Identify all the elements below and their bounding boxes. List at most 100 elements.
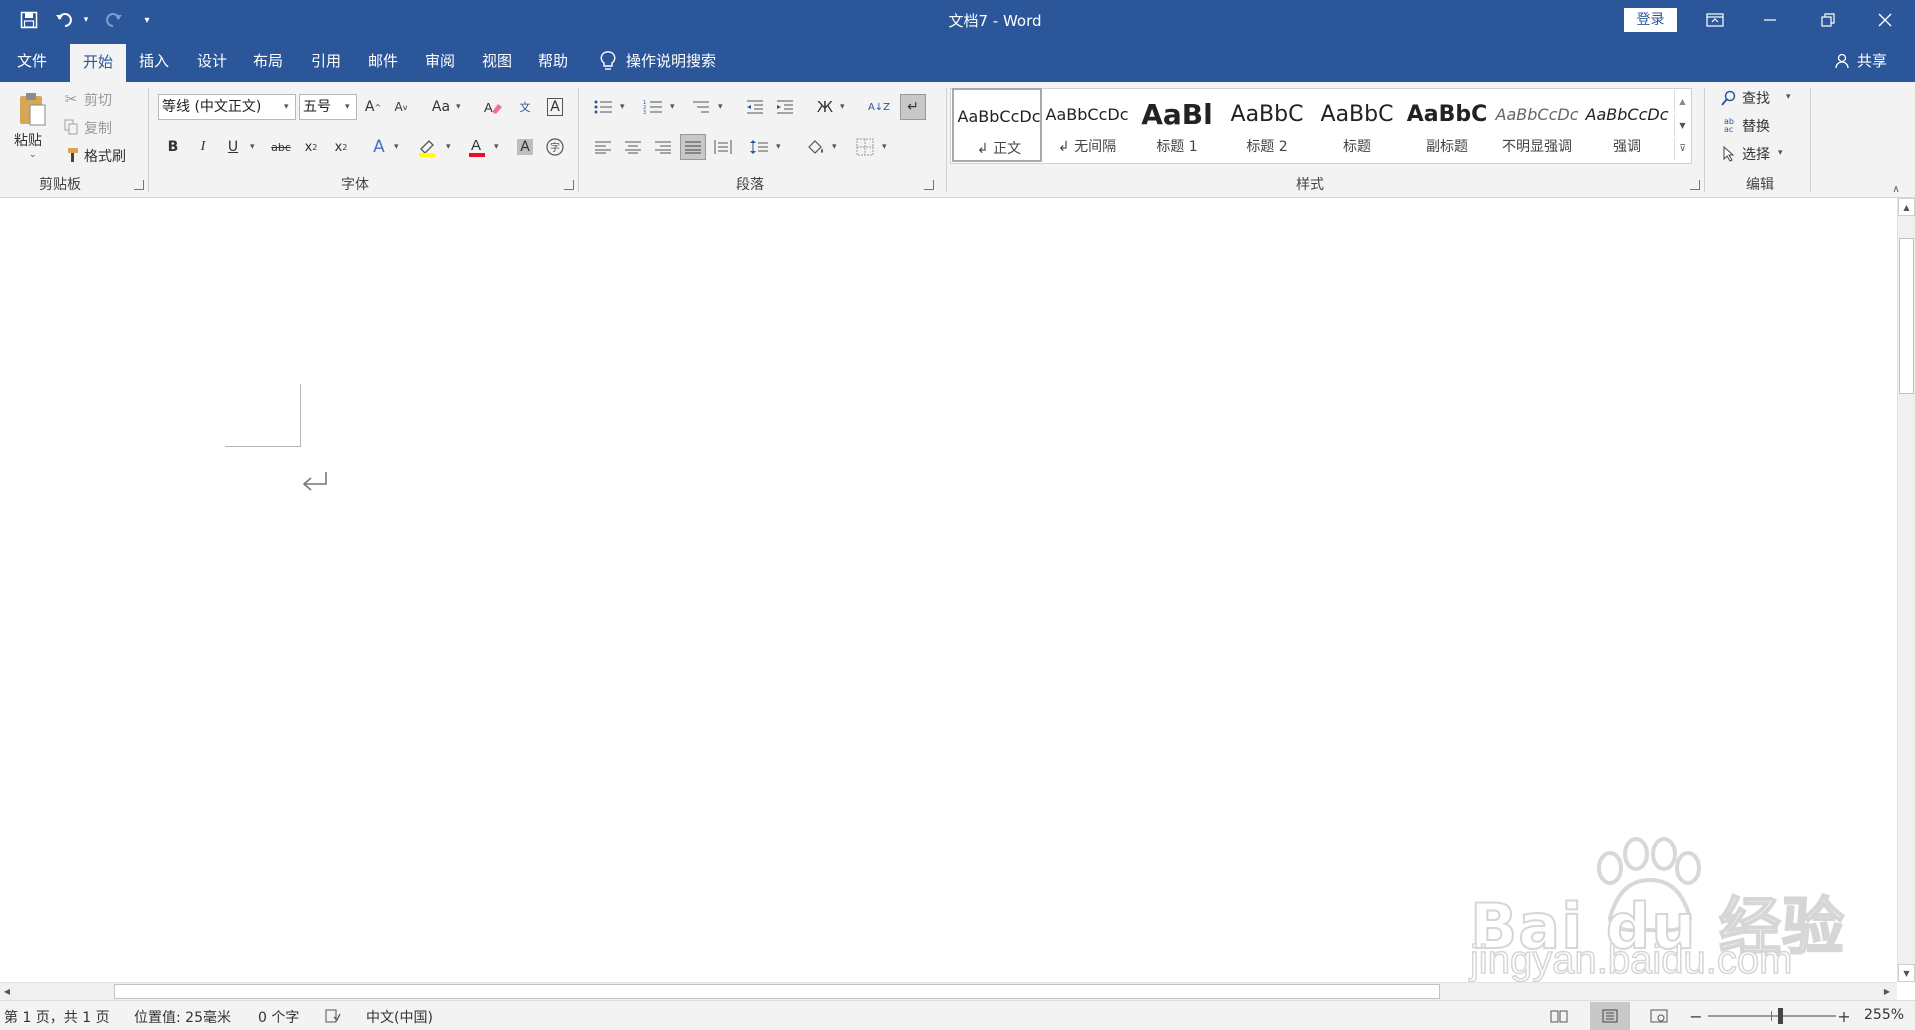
show-formatting-marks-icon[interactable]: ↵ xyxy=(900,94,926,120)
shading-icon[interactable] xyxy=(802,134,828,160)
scroll-up-icon[interactable]: ▲ xyxy=(1898,198,1915,216)
copy-button[interactable]: 复制 xyxy=(84,118,112,138)
phonetic-guide-icon[interactable]: 文 xyxy=(512,94,538,120)
select-button[interactable]: 选择 xyxy=(1742,144,1770,164)
style-no-spacing[interactable]: AaBbCcDc ↲ 无间隔 xyxy=(1042,88,1132,162)
character-shading-icon[interactable]: A xyxy=(512,134,538,160)
restore-icon[interactable] xyxy=(1813,8,1843,32)
styles-dialog-launcher[interactable] xyxy=(1690,180,1700,190)
superscript-icon[interactable]: x2 xyxy=(328,134,354,160)
tell-me-search[interactable]: 操作说明搜索 xyxy=(626,40,736,82)
select-dropdown-icon[interactable]: ▾ xyxy=(1778,148,1783,158)
tab-home[interactable]: 开始 xyxy=(70,44,126,82)
zoom-level[interactable]: 255% xyxy=(1864,1007,1904,1023)
font-color-icon[interactable]: A xyxy=(464,134,490,160)
style-heading-2[interactable]: AaBbC 标题 2 xyxy=(1222,88,1312,162)
change-case-dropdown-icon[interactable]: ▾ xyxy=(456,102,461,112)
align-right-icon[interactable] xyxy=(650,134,676,160)
format-painter-button[interactable]: 格式刷 xyxy=(84,146,126,166)
tab-mailings[interactable]: 邮件 xyxy=(359,40,407,82)
zoom-slider-thumb[interactable] xyxy=(1778,1008,1784,1024)
zoom-out-icon[interactable]: − xyxy=(1688,1005,1704,1027)
clear-formatting-icon[interactable]: A xyxy=(480,94,506,120)
align-left-icon[interactable] xyxy=(590,134,616,160)
shrink-font-icon[interactable]: Av xyxy=(388,94,414,120)
read-mode-icon[interactable] xyxy=(1546,1005,1572,1027)
highlight-dropdown-icon[interactable]: ▾ xyxy=(446,142,451,152)
grow-font-icon[interactable]: A ^ xyxy=(360,94,386,120)
styles-more-icon[interactable]: ⊽ xyxy=(1674,138,1690,160)
minimize-icon[interactable] xyxy=(1755,8,1785,32)
web-layout-icon[interactable] xyxy=(1646,1005,1672,1027)
highlight-icon[interactable] xyxy=(414,134,440,160)
line-spacing-dropdown-icon[interactable]: ▾ xyxy=(776,142,781,152)
change-case-icon[interactable]: Aa xyxy=(426,94,456,120)
tab-help[interactable]: 帮助 xyxy=(529,40,577,82)
vertical-scroll-thumb[interactable] xyxy=(1899,238,1914,394)
chinese-layout-icon[interactable]: Ж xyxy=(812,94,838,120)
tab-references[interactable]: 引用 xyxy=(302,40,350,82)
paste-icon[interactable] xyxy=(14,88,50,130)
font-dialog-launcher[interactable] xyxy=(564,180,574,190)
increase-indent-icon[interactable] xyxy=(772,94,798,120)
tab-insert[interactable]: 插入 xyxy=(130,40,178,82)
strikethrough-icon[interactable]: abc xyxy=(268,134,294,160)
proofing-icon[interactable] xyxy=(324,1007,342,1025)
bullets-dropdown-icon[interactable]: ▾ xyxy=(620,102,625,112)
language-indicator[interactable]: 中文(中国) xyxy=(366,1007,433,1027)
page-count[interactable]: 第 1 页，共 1 页 xyxy=(4,1007,110,1027)
undo-icon[interactable] xyxy=(54,9,76,31)
italic-icon[interactable]: I xyxy=(190,134,216,160)
text-effects-icon[interactable]: A xyxy=(366,134,392,160)
character-border-icon[interactable]: A xyxy=(542,94,568,120)
find-button[interactable]: 查找 xyxy=(1742,88,1770,108)
cut-button[interactable]: 剪切 xyxy=(84,90,112,110)
zoom-in-icon[interactable]: + xyxy=(1836,1005,1852,1027)
lightbulb-icon[interactable] xyxy=(596,49,620,73)
style-subtitle[interactable]: AaBbC 副标题 xyxy=(1402,88,1492,162)
text-effects-dropdown-icon[interactable]: ▾ xyxy=(394,142,399,152)
style-subtle-emphasis[interactable]: AaBbCcDc 不明显强调 xyxy=(1492,88,1582,162)
style-title[interactable]: AaBbC 标题 xyxy=(1312,88,1402,162)
enclose-characters-icon[interactable]: 字 xyxy=(542,134,568,160)
style-normal[interactable]: AaBbCcDc ↲ 正文 xyxy=(952,88,1042,162)
scroll-down-icon[interactable]: ▼ xyxy=(1898,964,1915,982)
paragraph-dialog-launcher[interactable] xyxy=(924,180,934,190)
ribbon-display-options-icon[interactable] xyxy=(1700,8,1730,32)
styles-scroll-up-icon[interactable]: ▲ xyxy=(1674,90,1690,112)
style-heading-1[interactable]: AaBl 标题 1 xyxy=(1132,88,1222,162)
login-button[interactable]: 登录 xyxy=(1624,8,1677,32)
share-icon[interactable] xyxy=(1834,52,1852,70)
clipboard-dialog-launcher[interactable] xyxy=(134,180,144,190)
word-count[interactable]: 0 个字 xyxy=(258,1007,299,1027)
replace-button[interactable]: 替换 xyxy=(1742,116,1770,136)
underline-icon[interactable]: U xyxy=(220,134,246,160)
close-icon[interactable] xyxy=(1870,8,1900,32)
tab-review[interactable]: 审阅 xyxy=(416,40,464,82)
numbering-dropdown-icon[interactable]: ▾ xyxy=(670,102,675,112)
chinese-layout-dropdown-icon[interactable]: ▾ xyxy=(840,102,845,112)
tab-design[interactable]: 设计 xyxy=(188,40,236,82)
styles-scroll-down-icon[interactable]: ▼ xyxy=(1674,114,1690,136)
tab-layout[interactable]: 布局 xyxy=(244,40,292,82)
find-dropdown-icon[interactable]: ▾ xyxy=(1786,92,1791,102)
print-layout-icon[interactable] xyxy=(1590,1002,1630,1030)
document-canvas[interactable]: Bai du 经验 jingyan.baidu.com xyxy=(0,198,1897,983)
undo-dropdown-icon[interactable]: ▾ xyxy=(80,12,92,28)
distributed-icon[interactable] xyxy=(710,134,736,160)
bold-icon[interactable]: B xyxy=(160,134,186,160)
align-center-icon[interactable] xyxy=(620,134,646,160)
numbering-icon[interactable]: 123 xyxy=(640,94,666,120)
bullets-icon[interactable] xyxy=(590,94,616,120)
zoom-slider[interactable] xyxy=(1708,1008,1836,1024)
save-icon[interactable] xyxy=(18,9,40,31)
tab-file[interactable]: 文件 xyxy=(8,40,56,82)
share-button[interactable]: 共享 xyxy=(1852,40,1892,82)
vertical-position[interactable]: 位置值: 25毫米 xyxy=(134,1007,231,1027)
multilevel-list-icon[interactable] xyxy=(688,94,714,120)
horizontal-scroll-thumb[interactable] xyxy=(114,984,1440,999)
font-size-dropdown-icon[interactable]: ▾ xyxy=(345,102,350,112)
line-spacing-icon[interactable] xyxy=(746,134,772,160)
customize-qat-icon[interactable]: ▾ xyxy=(140,12,154,28)
vertical-scrollbar[interactable]: ▲ ▼ xyxy=(1897,198,1915,982)
